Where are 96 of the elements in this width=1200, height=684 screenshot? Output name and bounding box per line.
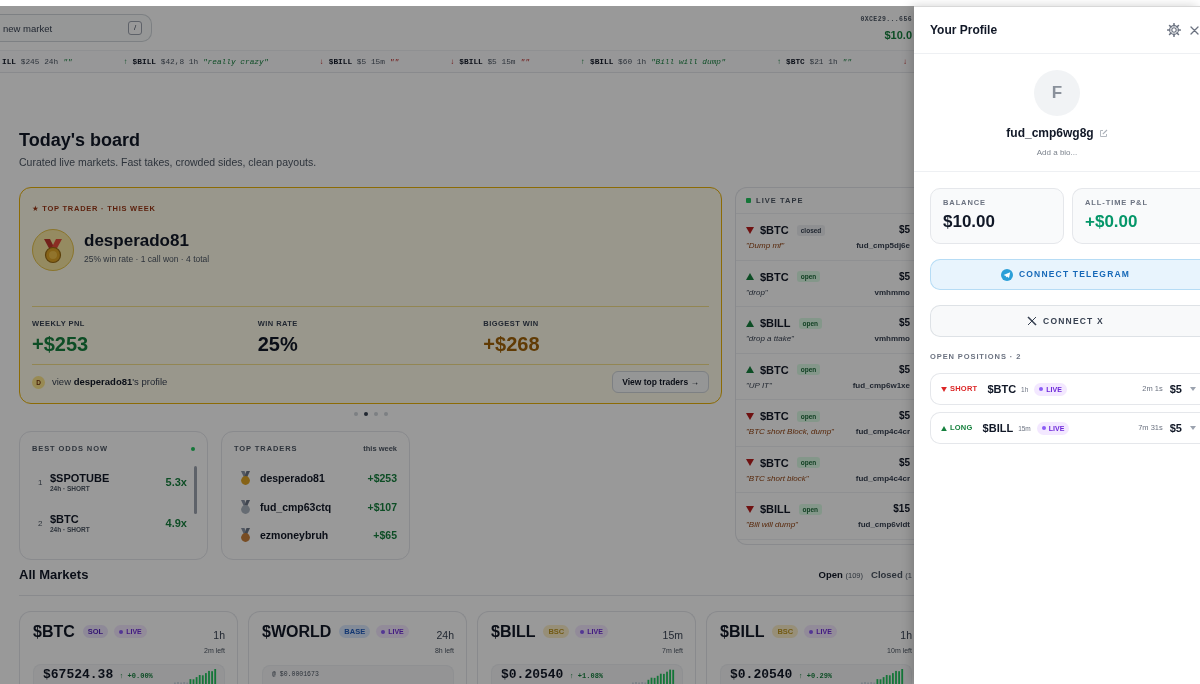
token-symbol[interactable]: $BTC xyxy=(760,362,789,377)
live-dot-icon xyxy=(809,629,814,634)
token-symbol: $BILL xyxy=(491,622,536,641)
username[interactable]: fud_cmp6vldt xyxy=(858,520,910,530)
stat-value: +$268 xyxy=(483,332,541,356)
rank-number: 2 xyxy=(37,517,44,530)
token-symbol: $BTC xyxy=(33,622,75,641)
stat-value: $10.00 xyxy=(943,212,996,232)
live-dot-icon xyxy=(191,447,195,451)
stat-value: 25% xyxy=(257,332,299,356)
token-symbol[interactable]: $BTC xyxy=(50,513,90,525)
caret-icon[interactable] xyxy=(1190,426,1196,430)
username[interactable]: vmhmmo xyxy=(874,287,910,298)
pnl-value: +$253 xyxy=(367,471,397,485)
view-top-traders-button[interactable]: View top traders → xyxy=(612,371,709,393)
bet-amount: $5 xyxy=(898,223,910,237)
live-dot-icon xyxy=(580,629,585,634)
live-dot-icon xyxy=(1039,387,1044,391)
page-title: Today's board xyxy=(19,129,141,151)
page-subtitle: Curated live markets. Fast takes, crowded sides, clean payouts. xyxy=(19,155,318,169)
bet-amount: $5 xyxy=(1169,382,1182,396)
live-dot-icon xyxy=(381,629,386,634)
settings-icon[interactable] xyxy=(1167,23,1181,37)
odds-value: 5.3x xyxy=(165,475,187,491)
bet-amount: $5 xyxy=(898,362,910,377)
close-icon[interactable] xyxy=(1190,25,1199,35)
call-quote: "BTC short block" xyxy=(746,473,809,484)
token-symbol[interactable]: $BTC xyxy=(760,269,789,284)
price-value: $0.20540 xyxy=(730,668,793,682)
bet-amount: $5 xyxy=(898,455,910,470)
trader-name[interactable]: fud_cmp63ctq xyxy=(260,499,332,514)
pnl-value: +$107 xyxy=(367,499,397,514)
medal-icon xyxy=(32,229,74,271)
sparkline-drawing xyxy=(861,668,905,684)
trader-summary: 25% win rate · 1 call won · 4 total xyxy=(84,254,210,265)
edit-icon[interactable] xyxy=(1098,128,1108,138)
username[interactable]: vmhmmo xyxy=(874,334,910,344)
sparkline-drawing xyxy=(174,668,218,684)
pnl-value: +$65 xyxy=(373,528,397,542)
market-duration: 1h xyxy=(900,629,912,641)
bet-amount: $5 xyxy=(1169,421,1182,435)
username[interactable]: fud_cmp4c4cr xyxy=(855,427,910,437)
token-symbol[interactable]: $SPOTUBE xyxy=(50,472,110,484)
live-indicator-icon xyxy=(746,198,751,203)
price-value: $67524.38 xyxy=(43,668,114,682)
token-symbol: $BILL xyxy=(720,622,765,641)
section-title: All Markets xyxy=(19,567,89,583)
profile-link[interactable]: view desperado81's profile xyxy=(52,374,168,390)
token-symbol: $WORLD xyxy=(262,622,332,641)
call-quote: "drop a ttake" xyxy=(746,334,794,344)
price-value: $0.20540 xyxy=(501,668,564,682)
token-symbol[interactable]: $BTC xyxy=(760,455,789,470)
call-quote: "Bill will dump" xyxy=(746,520,798,530)
profile-username: fud_cmp6wg8g xyxy=(1006,126,1094,140)
shortcut-key: / xyxy=(128,21,142,35)
bet-amount: $5 xyxy=(898,269,910,284)
rank-number: 1 xyxy=(37,476,44,489)
bet-amount: $5 xyxy=(898,409,910,423)
x-logo-icon xyxy=(1027,316,1038,326)
market-duration: 1h xyxy=(213,629,225,641)
call-quote: "UP IT" xyxy=(746,380,772,391)
stat-value: +$253 xyxy=(32,332,90,356)
token-symbol[interactable]: $BILL xyxy=(760,316,791,330)
market-duration: 24h xyxy=(436,629,454,641)
username[interactable]: fud_cmp4c4cr xyxy=(855,473,910,484)
call-quote: "BTC short Block, dump" xyxy=(746,427,834,437)
stat-value: +$0.00 xyxy=(1085,212,1139,232)
username[interactable]: fud_cmp6w1xe xyxy=(852,380,910,391)
connect-x-button[interactable]: CONNECT X xyxy=(930,305,1200,337)
odds-value: 4.9x xyxy=(165,516,187,532)
token-symbol: $BILL xyxy=(982,421,1014,435)
token-symbol[interactable]: $BILL xyxy=(760,502,791,516)
token-symbol[interactable]: $BTC xyxy=(760,223,789,237)
bet-amount: $5 xyxy=(898,316,910,330)
username[interactable]: fud_cmp5dj6e xyxy=(856,241,910,251)
panel-title: Your Profile xyxy=(930,22,999,39)
call-quote: "Dump mf" xyxy=(746,241,785,251)
trader-name[interactable]: desperado81 xyxy=(84,231,210,251)
caret-icon[interactable] xyxy=(1190,387,1196,391)
bio-field[interactable]: Add a bio... xyxy=(997,148,1117,158)
token-symbol: $BTC xyxy=(987,382,1017,396)
trader-name[interactable]: desperado81 xyxy=(260,471,325,485)
live-dot-icon xyxy=(119,629,124,634)
paper-plane-icon xyxy=(1000,268,1013,281)
carousel-dot[interactable] xyxy=(363,412,368,416)
token-symbol[interactable]: $BTC xyxy=(760,409,789,423)
live-dot-icon xyxy=(1041,426,1046,430)
scrollbar-thumb[interactable] xyxy=(194,466,197,514)
sparkline-drawing xyxy=(632,668,676,684)
bet-amount: $15 xyxy=(893,502,910,516)
call-quote: "drop" xyxy=(746,287,768,298)
connect-telegram-button[interactable]: CONNECT TELEGRAM xyxy=(930,259,1200,290)
market-duration: 15m xyxy=(662,629,683,641)
wallet-balance: $10.0 xyxy=(884,27,912,42)
trader-name[interactable]: ezmoneybruh xyxy=(260,528,329,542)
profile-avatar: F xyxy=(1034,70,1080,116)
